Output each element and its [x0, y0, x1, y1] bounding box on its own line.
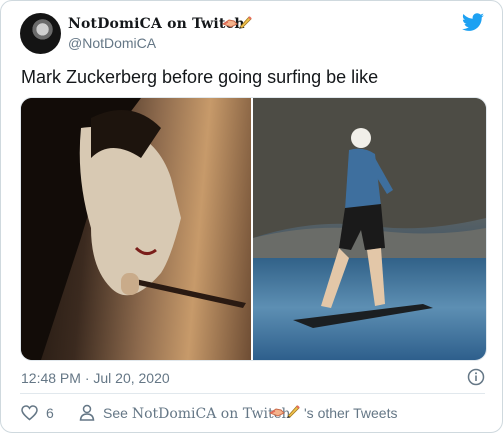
- tweet-timestamp[interactable]: 12:48 PM · Jul 20, 2020: [21, 370, 170, 386]
- surfer-illustration: [253, 98, 486, 328]
- other-tweets-suffix[interactable]: 's other Tweets: [304, 405, 397, 421]
- like-count[interactable]: 6: [46, 405, 54, 421]
- info-icon[interactable]: [467, 368, 485, 386]
- avatar[interactable]: [20, 13, 61, 54]
- photo-joker[interactable]: [21, 98, 251, 360]
- hand-emoji-icon: [222, 19, 238, 28]
- tweet-media[interactable]: [20, 97, 487, 361]
- tweet-text: Mark Zuckerberg before going surfing be …: [21, 67, 379, 87]
- user-handle[interactable]: @NotDomiCA: [68, 35, 156, 51]
- twitter-bird-icon[interactable]: [461, 13, 485, 33]
- person-icon: [79, 404, 95, 421]
- pencil-emoji-icon: [239, 16, 252, 29]
- see-prefix: See: [103, 405, 128, 421]
- heart-icon[interactable]: [21, 405, 38, 421]
- hand-emoji-icon: [269, 408, 285, 417]
- joker-illustration: [21, 98, 246, 360]
- pencil-emoji-icon: [287, 405, 300, 418]
- display-name[interactable]: NotDomiCA on Twitch: [68, 16, 245, 32]
- photo-surfer[interactable]: [253, 98, 486, 360]
- tweet-card[interactable]: NotDomiCA on Twitch @NotDomiCA Mark Zuck…: [0, 0, 503, 433]
- divider: [20, 393, 485, 394]
- see-name: NotDomiCA on Twitch: [131, 406, 291, 422]
- see-other-tweets-link[interactable]: See NotDomiCA on Twitch: [103, 405, 290, 422]
